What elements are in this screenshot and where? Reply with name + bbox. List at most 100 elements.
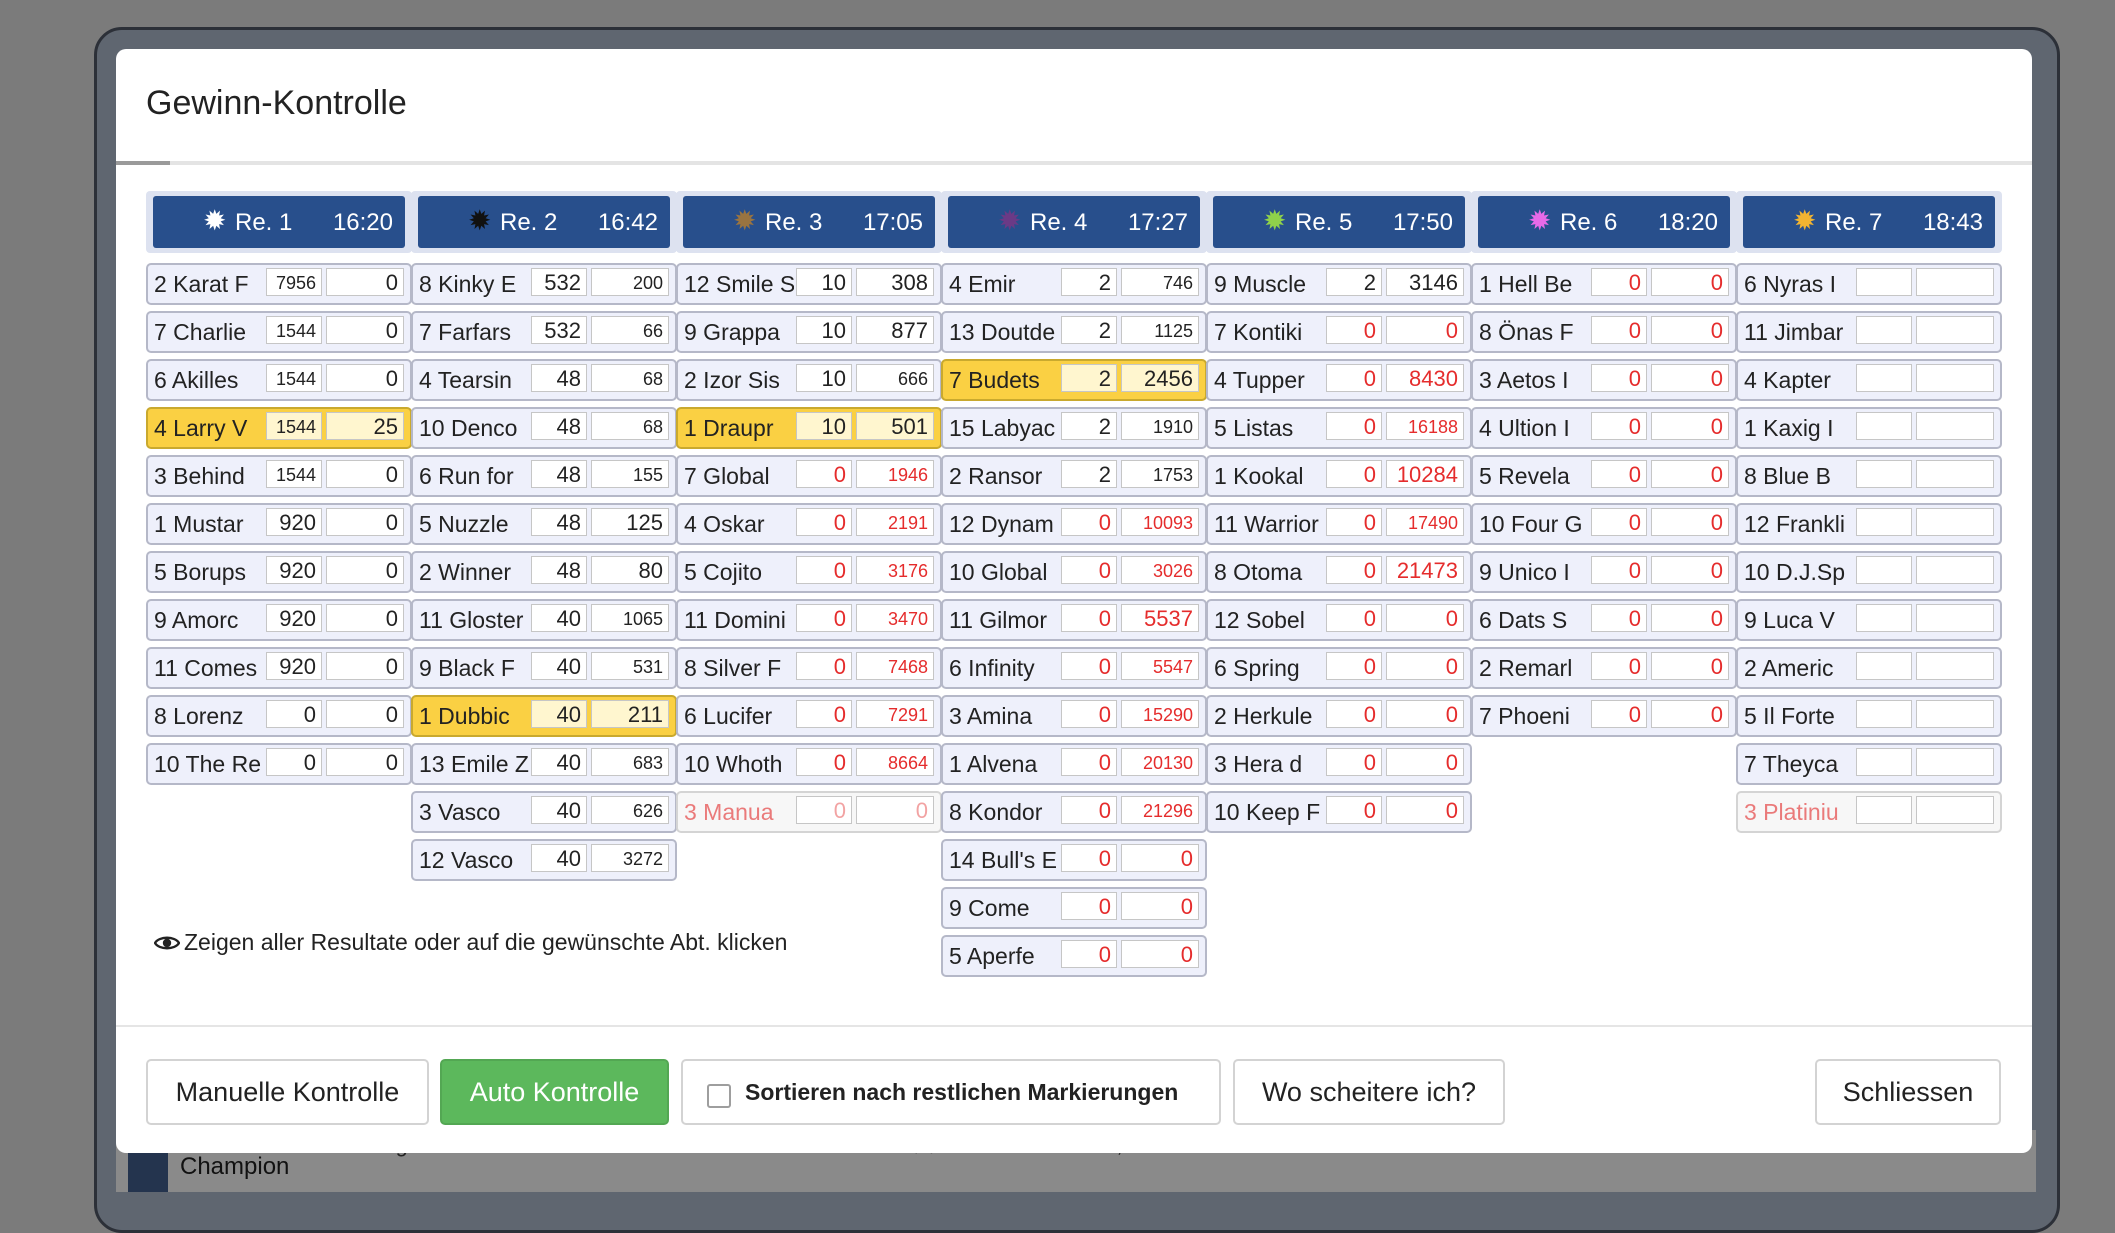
horse-row[interactable]: 14 Bull's E00 [941,839,1207,881]
horse-row[interactable]: 15 Labyac 2 1910 [941,407,1207,449]
race-header-bar[interactable]: ✹ Re. 7 18:43 [1743,196,1995,248]
horse-row[interactable]: 4 Kapter [1736,359,2002,401]
horse-row[interactable]: 2 Remarl 0 0 [1471,647,1737,689]
horse-row[interactable]: 11 Warrior 0 17490 [1206,503,1472,545]
horse-row[interactable]: 4 Oskar 0 2191 [676,503,942,545]
horse-row[interactable]: 12 Frankli [1736,503,2002,545]
horse-row[interactable]: 8 Otoma 0 21473 [1206,551,1472,593]
horse-row[interactable]: 1 Kookal 0 10284 [1206,455,1472,497]
horse-row[interactable]: 9 Unico I 00 [1471,551,1737,593]
horse-row[interactable]: 9 Come 0 0 [941,887,1207,929]
race-header-7[interactable]: ✹ Re. 7 18:43 [1736,191,2002,253]
horse-row[interactable]: 7 Theyca [1736,743,2002,785]
horse-row[interactable]: 9 Black F 40 531 [411,647,677,689]
horse-row[interactable]: 8 Lorenz 0 0 [146,695,412,737]
horse-row[interactable]: 9 Grappa 10 877 [676,311,942,353]
horse-row[interactable]: 5 Revela 0 0 [1471,455,1737,497]
scrollbar-thumb[interactable] [116,161,170,165]
horse-row[interactable]: 8 Kondor 0 21296 [941,791,1207,833]
horse-row[interactable]: 9 Muscle 2 3146 [1206,263,1472,305]
race-header-5[interactable]: ✹ Re. 5 17:50 [1206,191,1472,253]
horse-row[interactable]: 5 Nuzzle 48 125 [411,503,677,545]
race-header-bar[interactable]: ✹ Re. 4 17:27 [948,196,1200,248]
horse-row[interactable]: 10 Denco 48 68 [411,407,677,449]
race-header-4[interactable]: ✹ Re. 4 17:27 [941,191,1207,253]
horse-row[interactable]: 3 Hera d 00 [1206,743,1472,785]
horse-row[interactable]: 8 Silver F 0 7468 [676,647,942,689]
horse-row[interactable]: 6 Dats S 00 [1471,599,1737,641]
race-header-3[interactable]: ✹ Re. 3 17:05 [676,191,942,253]
horse-row[interactable]: 7 Charlie 1544 0 [146,311,412,353]
horse-row[interactable]: 7 Farfars 532 66 [411,311,677,353]
race-header-6[interactable]: ✹ Re. 6 18:20 [1471,191,1737,253]
horse-row[interactable]: 5 Il Forte [1736,695,2002,737]
horse-row[interactable]: 3 Behind 1544 0 [146,455,412,497]
horse-row[interactable]: 11 Gilmor 0 5537 [941,599,1207,641]
where-do-i-fail-button[interactable]: Wo scheitere ich? [1233,1059,1505,1125]
horse-row[interactable]: 4 Tupper 0 8430 [1206,359,1472,401]
race-header-bar[interactable]: ✹ Re. 6 18:20 [1478,196,1730,248]
horse-row[interactable]: 12 Vasco 40 3272 [411,839,677,881]
show-all-results-link[interactable]: Zeigen aller Resultate oder auf die gewü… [154,929,787,956]
horse-row[interactable]: 1 Mustar 920 0 [146,503,412,545]
horse-row[interactable]: 10 The Re 0 0 [146,743,412,785]
close-button[interactable]: Schliessen [1815,1059,2001,1125]
horse-row[interactable]: 7 Phoeni 0 0 [1471,695,1737,737]
horse-row[interactable]: 12 Smile S 10 308 [676,263,942,305]
auto-control-button[interactable]: Auto Kontrolle [440,1059,669,1125]
horse-row[interactable]: 2 Ransor 2 1753 [941,455,1207,497]
race-header-2[interactable]: ✹ Re. 2 16:42 [411,191,677,253]
race-header-bar[interactable]: ✹ Re. 5 17:50 [1213,196,1465,248]
horse-row[interactable]: 13 Emile Z 40 683 [411,743,677,785]
horse-row[interactable]: 5 Listas 0 16188 [1206,407,1472,449]
horse-row[interactable]: 6 Nyras I [1736,263,2002,305]
horse-row[interactable]: 1 Draupr 10 501 [676,407,942,449]
horse-row[interactable]: 4 Ultion I 00 [1471,407,1737,449]
horse-row[interactable]: 1 Hell Be 0 0 [1471,263,1737,305]
horse-row[interactable]: 4 Larry V 1544 25 [146,407,412,449]
horse-row[interactable]: 12 Sobel 0 0 [1206,599,1472,641]
horse-row[interactable]: 10 Global 0 3026 [941,551,1207,593]
horse-row[interactable]: 8 Blue B [1736,455,2002,497]
horse-row[interactable]: 7 Kontiki 0 0 [1206,311,1472,353]
horse-row[interactable]: 10 Whoth 0 8664 [676,743,942,785]
horse-row[interactable]: 10 D.J.Sp [1736,551,2002,593]
horse-row[interactable]: 3 Platiniu [1736,791,2002,833]
horse-row[interactable]: 2 Karat F 7956 0 [146,263,412,305]
horizontal-scrollbar[interactable] [116,161,2032,165]
race-header-1[interactable]: ✹ Re. 1 16:20 [146,191,412,253]
race-header-bar[interactable]: ✹ Re. 3 17:05 [683,196,935,248]
horse-row[interactable]: 9 Amorc 920 0 [146,599,412,641]
horse-row[interactable]: 11 Gloster 40 1065 [411,599,677,641]
horse-row[interactable]: 6 Infinity 0 5547 [941,647,1207,689]
horse-row[interactable]: 4 Tearsin 48 68 [411,359,677,401]
horse-row[interactable]: 6 Spring 0 0 [1206,647,1472,689]
horse-row[interactable]: 8 Önas F 00 [1471,311,1737,353]
manual-control-button[interactable]: Manuelle Kontrolle [146,1059,429,1125]
horse-row[interactable]: 6 Akilles 1544 0 [146,359,412,401]
horse-row[interactable]: 11 Domini 0 3470 [676,599,942,641]
horse-row[interactable]: 5 Borups 920 0 [146,551,412,593]
horse-row[interactable]: 2 Izor Sis 10 666 [676,359,942,401]
horse-row[interactable]: 3 Vasco 40 626 [411,791,677,833]
horse-row[interactable]: 11 Comes 920 0 [146,647,412,689]
horse-row[interactable]: 10 Four G 00 [1471,503,1737,545]
horse-row[interactable]: 11 Jimbar [1736,311,2002,353]
horse-row[interactable]: 6 Run for 48 155 [411,455,677,497]
horse-row[interactable]: 12 Dynam 0 10093 [941,503,1207,545]
race-header-bar[interactable]: ✹ Re. 1 16:20 [153,196,405,248]
horse-row[interactable]: 2 Americ [1736,647,2002,689]
horse-row[interactable]: 2 Herkule 0 0 [1206,695,1472,737]
horse-row[interactable]: 6 Lucifer 0 7291 [676,695,942,737]
horse-row[interactable]: 4 Emir 2 746 [941,263,1207,305]
horse-row[interactable]: 9 Luca V [1736,599,2002,641]
horse-row[interactable]: 3 Manua 0 0 [676,791,942,833]
horse-row[interactable]: 1 Alvena 0 20130 [941,743,1207,785]
horse-row[interactable]: 10 Keep F00 [1206,791,1472,833]
horse-row[interactable]: 5 Cojito 0 3176 [676,551,942,593]
horse-row[interactable]: 5 Aperfe 0 0 [941,935,1207,977]
horse-row[interactable]: 13 Doutde 2 1125 [941,311,1207,353]
horse-row[interactable]: 7 Budets 2 2456 [941,359,1207,401]
horse-row[interactable]: 3 Aetos I 00 [1471,359,1737,401]
horse-row[interactable]: 8 Kinky E 532 200 [411,263,677,305]
